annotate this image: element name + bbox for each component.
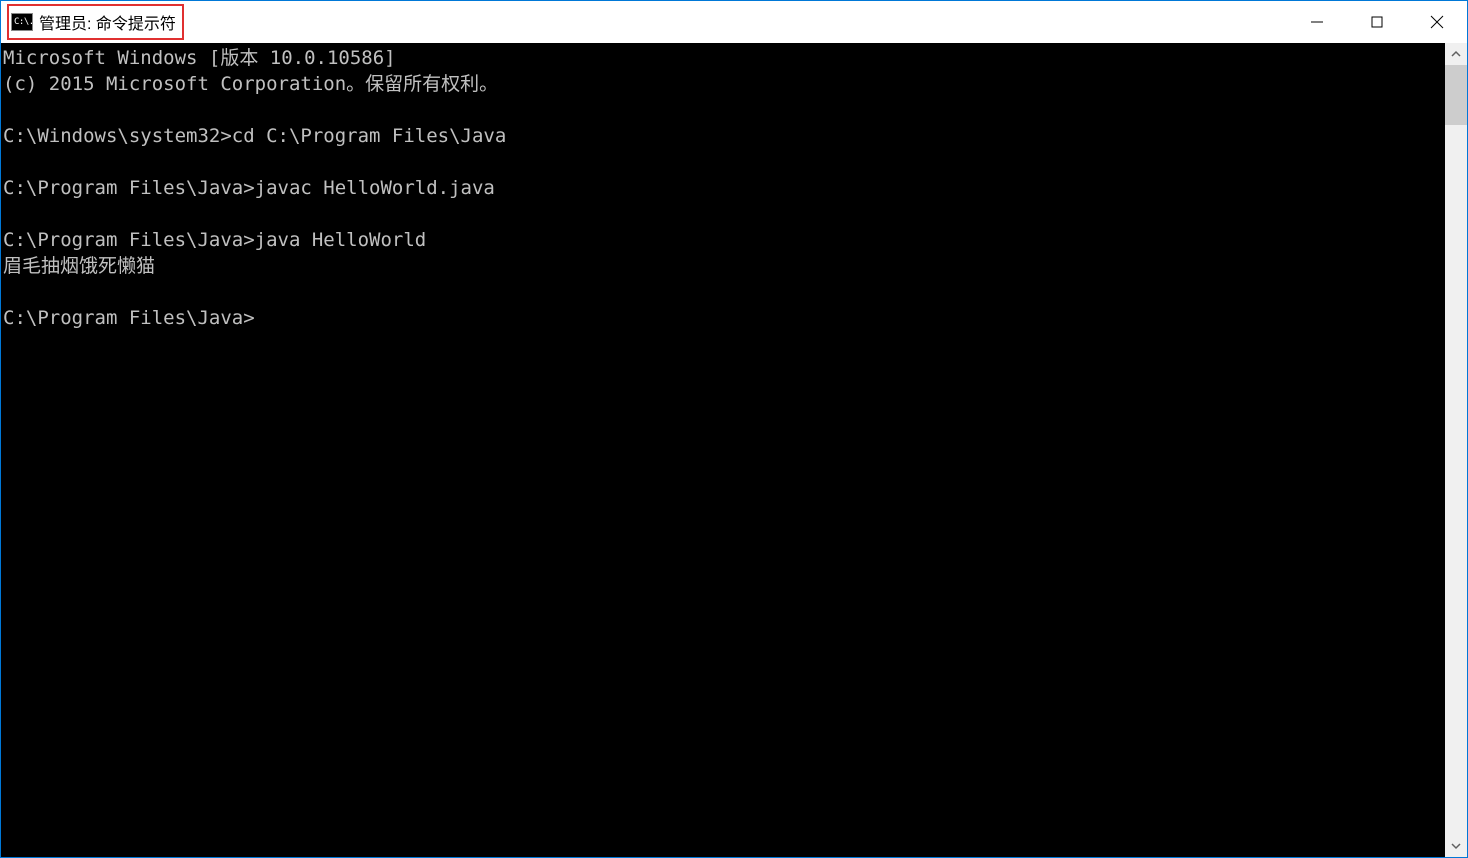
terminal-line [3, 201, 1445, 227]
close-button[interactable] [1407, 1, 1467, 43]
scroll-thumb[interactable] [1445, 65, 1467, 125]
terminal-line: C:\Program Files\Java>javac HelloWorld.j… [3, 175, 1445, 201]
close-icon [1430, 15, 1444, 29]
terminal-line: C:\Windows\system32>cd C:\Program Files\… [3, 123, 1445, 149]
terminal-line [3, 279, 1445, 305]
scroll-down-button[interactable] [1445, 835, 1467, 857]
terminal-line [3, 97, 1445, 123]
terminal-line: (c) 2015 Microsoft Corporation。保留所有权利。 [3, 71, 1445, 97]
cmd-app-icon: C:\. [11, 13, 33, 31]
terminal-output[interactable]: Microsoft Windows [版本 10.0.10586](c) 201… [1, 43, 1445, 857]
scroll-track[interactable] [1445, 65, 1467, 835]
window-title: 管理员: 命令提示符 [39, 10, 176, 34]
terminal-line: C:\Program Files\Java>java HelloWorld [3, 227, 1445, 253]
terminal-line: C:\Program Files\Java> [3, 305, 1445, 331]
chevron-down-icon [1451, 841, 1461, 851]
terminal-line: 眉毛抽烟饿死懒猫 [3, 253, 1445, 279]
maximize-icon [1370, 15, 1384, 29]
minimize-button[interactable] [1287, 1, 1347, 43]
terminal-line: Microsoft Windows [版本 10.0.10586] [3, 45, 1445, 71]
titlebar[interactable]: C:\. 管理员: 命令提示符 [1, 1, 1467, 43]
terminal-container: Microsoft Windows [版本 10.0.10586](c) 201… [1, 43, 1467, 857]
window-controls [1287, 1, 1467, 43]
vertical-scrollbar[interactable] [1445, 43, 1467, 857]
maximize-button[interactable] [1347, 1, 1407, 43]
scroll-up-button[interactable] [1445, 43, 1467, 65]
terminal-line [3, 149, 1445, 175]
chevron-up-icon [1451, 49, 1461, 59]
minimize-icon [1310, 15, 1324, 29]
titlebar-left-highlight: C:\. 管理员: 命令提示符 [7, 4, 184, 40]
